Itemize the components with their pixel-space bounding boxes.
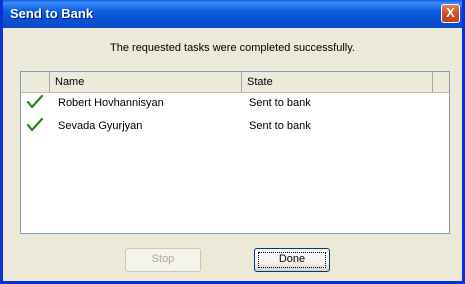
checkmark-icon <box>26 94 44 109</box>
stop-button[interactable]: Stop <box>125 248 201 272</box>
checkmark-icon <box>26 117 44 132</box>
done-button[interactable]: Done <box>254 248 330 272</box>
stop-button-label: Stop <box>151 253 175 265</box>
row-state: Sent to bank <box>249 97 311 109</box>
row-name: Robert Hovhannisyan <box>58 97 164 109</box>
window-title: Send to Bank <box>10 6 94 21</box>
column-header-name[interactable]: Name <box>50 72 242 92</box>
column-header-state[interactable]: State <box>242 72 433 92</box>
list-item[interactable]: Robert Hovhannisyan Sent to bank <box>21 94 449 112</box>
column-header-icon[interactable] <box>21 72 50 92</box>
row-name: Sevada Gyurjyan <box>58 120 143 132</box>
list-item[interactable]: Sevada Gyurjyan Sent to bank <box>21 117 449 135</box>
results-list[interactable]: Name State Robert Hovhannisyan Sent to b… <box>20 71 450 234</box>
focus-ring <box>258 252 326 268</box>
send-to-bank-dialog: Send to Bank X The requested tasks were … <box>0 0 465 284</box>
title-bar[interactable]: Send to Bank X <box>3 0 462 28</box>
close-button[interactable]: X <box>441 4 460 23</box>
list-header: Name State <box>21 72 449 93</box>
row-state: Sent to bank <box>249 120 311 132</box>
status-message: The requested tasks were completed succe… <box>110 42 355 54</box>
